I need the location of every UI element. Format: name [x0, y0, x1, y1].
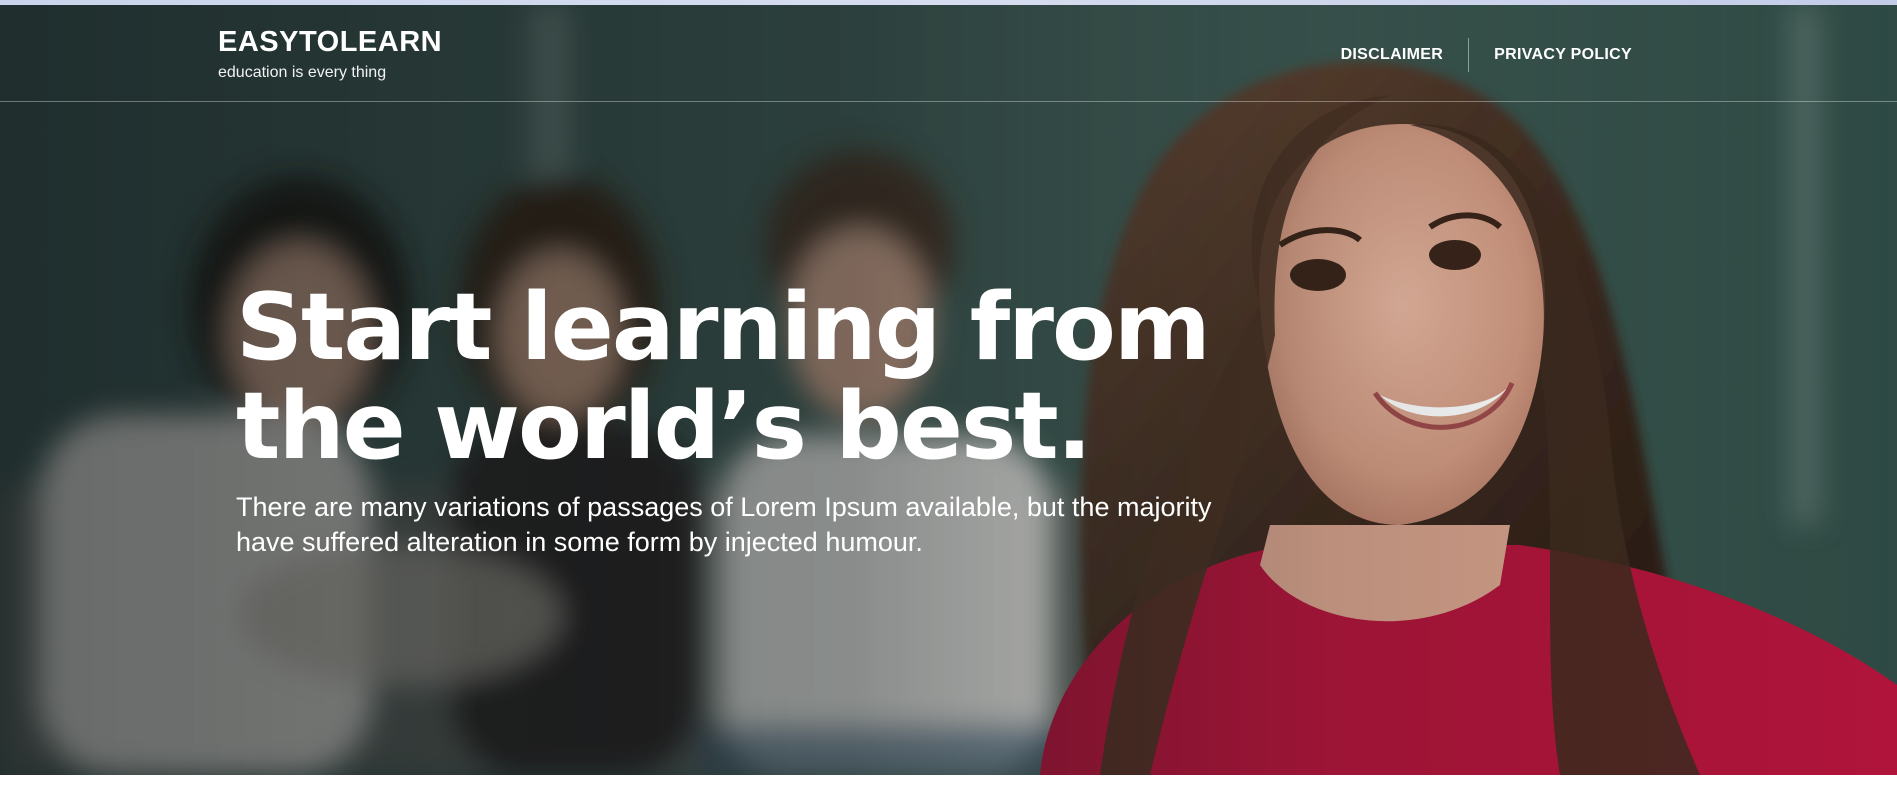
hero-subtext: There are many variations of passages of…	[236, 492, 1212, 557]
hero-headline-line-1: Start learning from	[236, 273, 1211, 381]
brand-tagline: education is every thing	[218, 64, 387, 81]
hero-headline-line-2: the world’s best.	[236, 372, 1092, 480]
hero-section: EASYTOLEARN education is every thing DIS…	[0, 5, 1897, 775]
nav-link-privacy-policy[interactable]: PRIVACY POLICY	[1469, 38, 1657, 72]
hero-headline: Start learning from the world’s best.	[236, 278, 1336, 476]
site-header: EASYTOLEARN education is every thing DIS…	[0, 5, 1897, 102]
hero-content: Start learning from the world’s best. Th…	[236, 278, 1336, 560]
brand[interactable]: EASYTOLEARN education is every thing	[218, 25, 442, 83]
nav-link-disclaimer[interactable]: DISCLAIMER	[1316, 38, 1469, 72]
brand-title[interactable]: EASYTOLEARN	[218, 25, 442, 59]
page: EASYTOLEARN education is every thing DIS…	[0, 0, 1897, 785]
main-nav: DISCLAIMER PRIVACY POLICY	[1316, 38, 1657, 72]
